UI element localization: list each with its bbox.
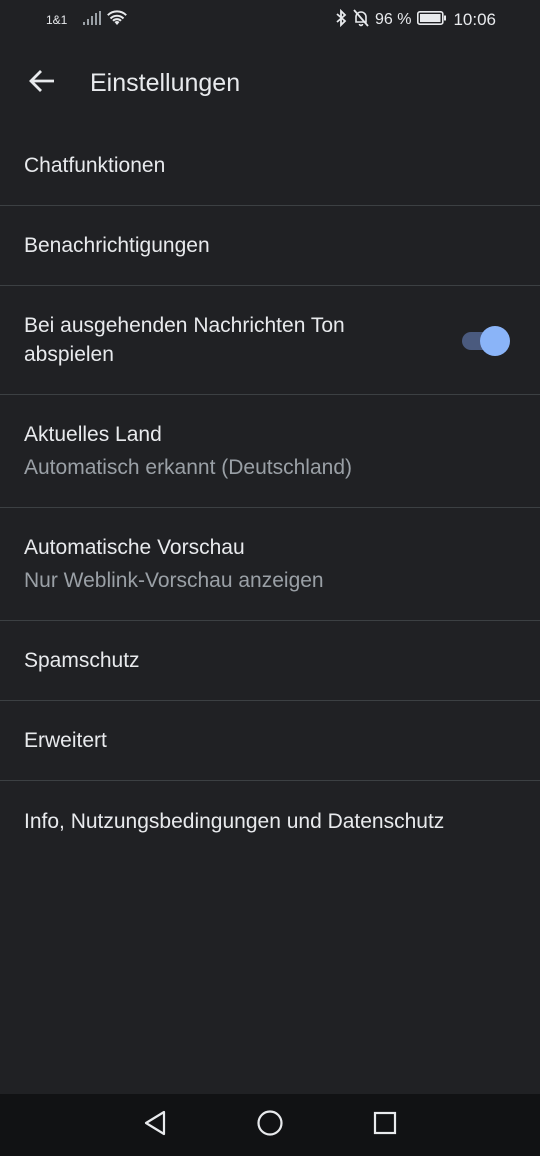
- setting-advanced[interactable]: Erweitert: [0, 701, 540, 781]
- nav-home-button[interactable]: [213, 1094, 328, 1156]
- back-button[interactable]: [16, 57, 68, 109]
- battery-percent: 96 %: [374, 11, 412, 28]
- nav-recents-button[interactable]: [328, 1094, 443, 1156]
- bluetooth-icon: [335, 8, 347, 31]
- setting-notifications[interactable]: Benachrichtigungen: [0, 206, 540, 286]
- bell-off-icon: [353, 9, 369, 31]
- settings-screen: 1&1 96 % 10:06 Einstellungen Chatfunktio…: [0, 0, 540, 1156]
- status-bar: 1&1 96 % 10:06: [0, 0, 540, 40]
- setting-spam-protection[interactable]: Spamschutz: [0, 621, 540, 701]
- recents-square-icon: [373, 1111, 397, 1140]
- setting-chat-features[interactable]: Chatfunktionen: [0, 126, 540, 206]
- setting-title: Spamschutz: [24, 649, 140, 672]
- setting-current-country[interactable]: Aktuelles Land Automatisch erkannt (Deut…: [0, 395, 540, 508]
- home-circle-icon: [256, 1109, 284, 1142]
- setting-subtitle: Automatisch erkannt (Deutschland): [24, 455, 352, 479]
- status-left: 1&1: [46, 10, 128, 30]
- battery-icon: [417, 11, 447, 29]
- setting-about[interactable]: Info, Nutzungsbedingungen und Datenschut…: [0, 781, 540, 861]
- outgoing-sound-toggle[interactable]: [462, 325, 510, 356]
- carrier-label: 1&1: [46, 13, 68, 27]
- arrow-left-icon: [29, 69, 55, 98]
- setting-title: Chatfunktionen: [24, 154, 166, 177]
- setting-title: Benachrichtigungen: [24, 234, 210, 257]
- setting-outgoing-sound[interactable]: Bei ausgehenden Nachrichten Ton abspiele…: [0, 286, 540, 395]
- setting-subtitle: Nur Weblink-Vorschau anzeigen: [24, 568, 324, 592]
- system-nav-bar: [0, 1094, 540, 1156]
- page-title: Einstellungen: [90, 68, 241, 97]
- setting-title: Automatische Vorschau: [24, 535, 245, 559]
- back-triangle-icon: [143, 1110, 167, 1141]
- clock: 10:06: [453, 10, 496, 29]
- setting-title: Aktuelles Land: [24, 422, 162, 446]
- app-bar: Einstellungen: [0, 46, 540, 120]
- settings-list: Chatfunktionen Benachrichtigungen Bei au…: [0, 126, 540, 861]
- setting-auto-preview[interactable]: Automatische Vorschau Nur Weblink-Vorsch…: [0, 508, 540, 621]
- setting-title: Erweitert: [24, 729, 107, 752]
- nav-back-button[interactable]: [98, 1094, 213, 1156]
- toggle-thumb: [480, 326, 510, 356]
- setting-title: Info, Nutzungsbedingungen und Datenschut…: [24, 809, 445, 833]
- wifi-icon: [107, 10, 128, 30]
- status-right: 96 % 10:06: [335, 8, 496, 31]
- setting-title: Bei ausgehenden Nachrichten Ton abspiele…: [24, 314, 345, 366]
- signal-icon: [83, 11, 102, 29]
